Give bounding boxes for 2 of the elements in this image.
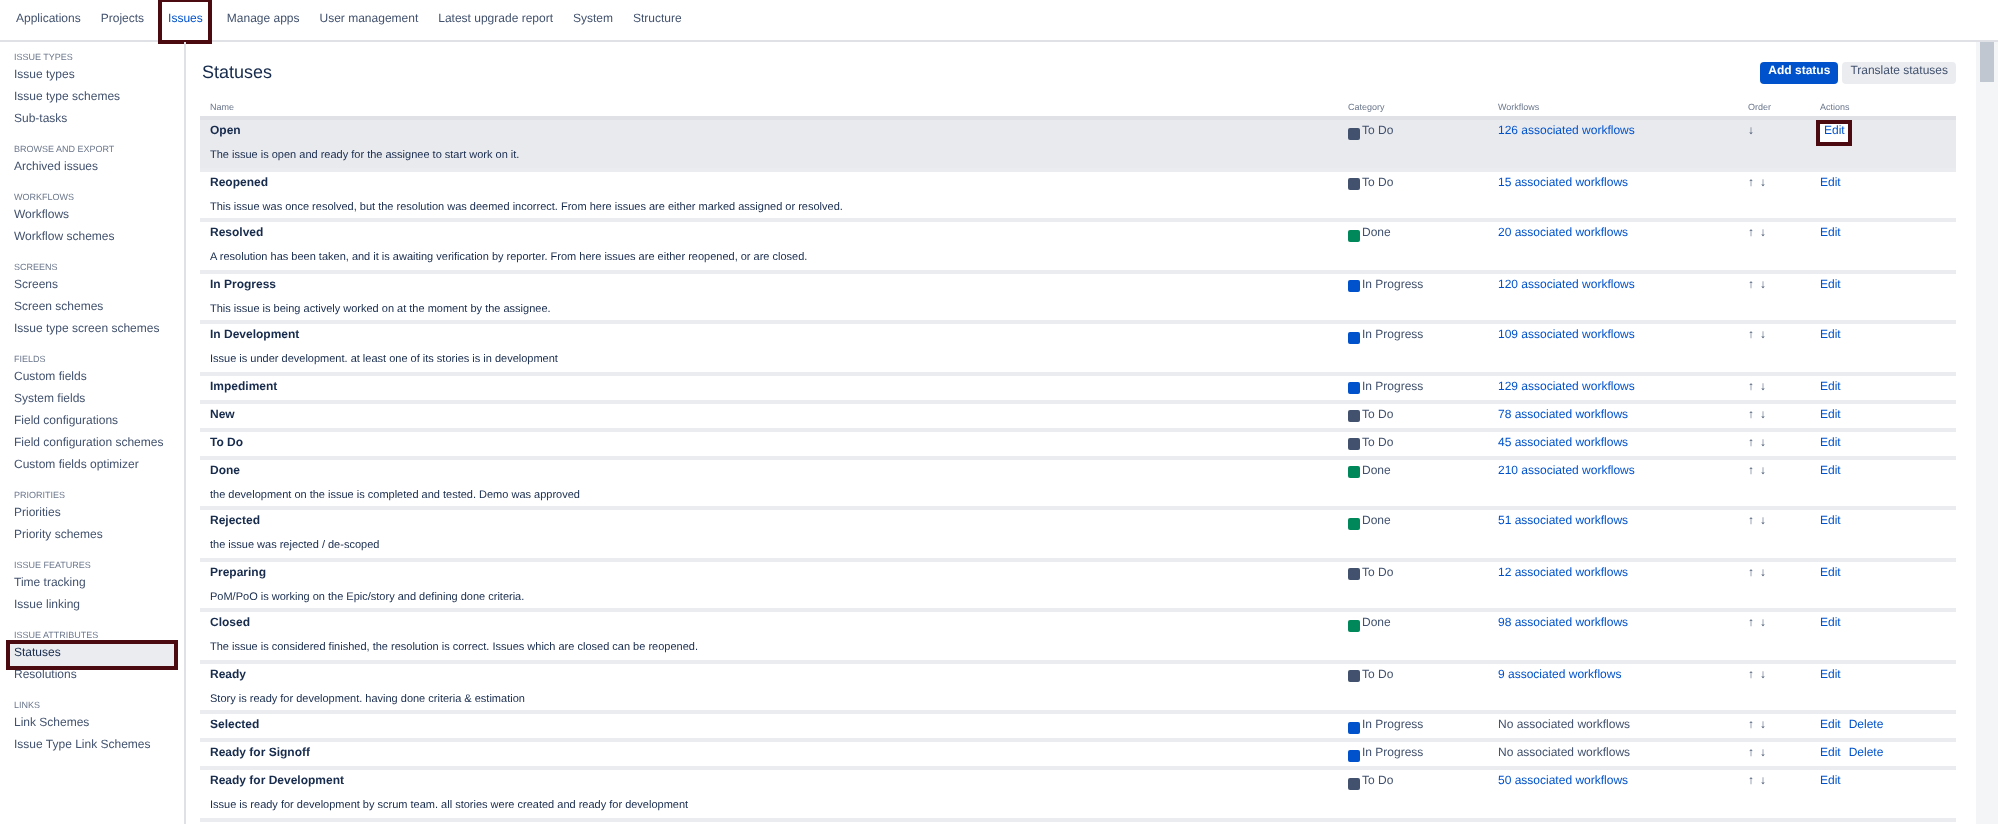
scrollbar[interactable]	[1976, 42, 1998, 824]
page-title: Statuses	[202, 59, 273, 86]
